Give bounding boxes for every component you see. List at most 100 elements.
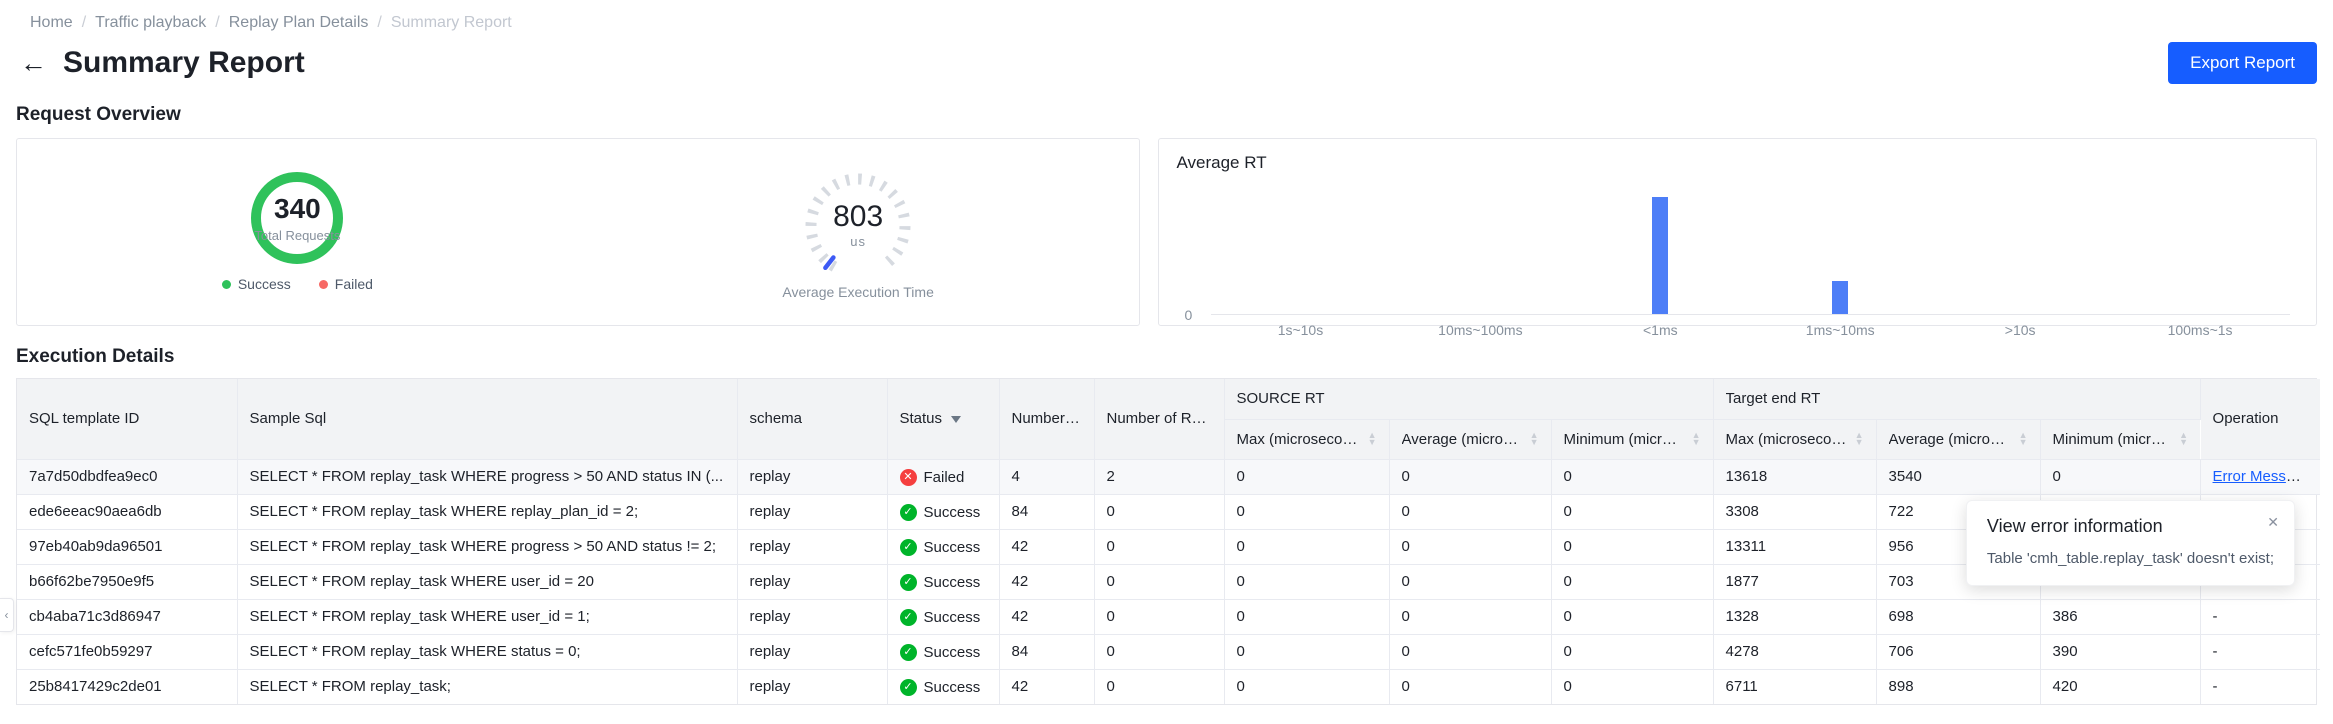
- total-requests-label: Total Requests: [254, 228, 341, 243]
- breadcrumb-separator: /: [215, 14, 220, 31]
- cell-number: 84: [999, 634, 1095, 670]
- chart-title: Average RT: [1176, 153, 1267, 172]
- cell-schema: replay: [737, 529, 888, 565]
- status-label: Failed: [923, 469, 965, 486]
- cell-number-re: 0: [1094, 669, 1225, 704]
- success-icon: ✓: [899, 679, 917, 697]
- cell-operation: -: [2212, 678, 2218, 696]
- cell-sql: SELECT * FROM replay_task WHERE progress…: [237, 529, 738, 565]
- cell-schema: replay: [737, 459, 888, 495]
- cell-t-max: 13618: [1713, 459, 1877, 495]
- cell-s-avg: 0: [1389, 634, 1552, 670]
- cell-s-max: 0: [1224, 459, 1390, 495]
- cell-s-min: 0: [1551, 669, 1714, 704]
- breadcrumb-item-home[interactable]: Home: [30, 14, 73, 32]
- cell-s-avg: 0: [1389, 529, 1552, 565]
- legend-failed[interactable]: Failed: [318, 276, 373, 292]
- cell-number-re: 2: [1094, 459, 1225, 495]
- back-arrow-icon[interactable]: ←: [20, 49, 47, 77]
- cell-number: 42: [999, 564, 1095, 600]
- cell-number: 42: [999, 529, 1095, 565]
- cell-operation: Error Message: [2200, 459, 2321, 495]
- success-icon: ✓: [899, 539, 917, 556]
- col-number: Number ...: [999, 379, 1095, 460]
- status-label: Success: [923, 644, 981, 661]
- table-row: cb4aba71c3d86947 SELECT * FROM replay_tas…: [17, 599, 2321, 635]
- cell-number-re: 0: [1094, 529, 1225, 565]
- cell-t-min: 0: [2040, 459, 2201, 495]
- cell-schema: replay: [737, 634, 888, 670]
- col-schema: schema: [737, 379, 888, 460]
- cell-number-re: 0: [1094, 494, 1225, 530]
- x-tick-label: >10s: [2004, 322, 2036, 338]
- cell-id: cefc571fe0b59297: [17, 634, 238, 670]
- page-title: Summary Report: [63, 46, 305, 79]
- cell-s-min: 0: [1551, 494, 1714, 530]
- status-label: Success: [923, 679, 981, 697]
- close-icon[interactable]: ✕: [2267, 514, 2279, 531]
- legend-success[interactable]: Success: [221, 276, 291, 292]
- chart-column: [1211, 187, 1391, 314]
- col-group-target-end-rt: Target end RT: [1713, 379, 2201, 420]
- cell-status: ✓ Success: [887, 634, 1000, 670]
- cell-s-min: 0: [1551, 529, 1714, 565]
- cell-status: ✓ Success: [887, 564, 1000, 600]
- success-icon: ✓: [899, 644, 917, 661]
- cell-number: 42: [999, 599, 1095, 635]
- cell-number-re: 0: [1094, 599, 1225, 635]
- error-message-link[interactable]: Error Message: [2213, 468, 2311, 485]
- status-label: Success: [923, 504, 981, 521]
- x-tick-label: 1ms~10ms: [1805, 322, 1875, 338]
- cell-s-min: 0: [1551, 634, 1714, 670]
- col-source-max: Max (microseconds)...▲▼: [1224, 419, 1390, 460]
- cell-t-max: 4278: [1713, 634, 1877, 670]
- export-report-button[interactable]: Export Report: [2168, 42, 2317, 84]
- cell-t-max: 3308: [1713, 494, 1877, 530]
- cell-status: ✓ Success: [887, 599, 1000, 635]
- requests-card: 340 Total Requests Success Failed 803 us…: [16, 138, 1140, 326]
- table-row: cefc571fe0b59297 SELECT * FROM replay_tas…: [17, 634, 2321, 670]
- sorter-icon[interactable]: ▲ ▼: [1368, 431, 1377, 447]
- average-rt-card: Average RT 0 1s~10s 10ms~100ms <1ms 1ms~10m…: [1157, 138, 2317, 338]
- sorter-icon[interactable]: ▲ ▼: [2179, 431, 2188, 447]
- sorter-icon[interactable]: ▲ ▼: [1692, 431, 1701, 447]
- cell-s-max: 0: [1224, 529, 1390, 565]
- status-label: Success: [923, 609, 981, 626]
- breadcrumb-item-traffic-playback[interactable]: Traffic playback: [95, 14, 206, 32]
- col-target-max: Max (microseconds)...▲▼: [1713, 419, 1877, 460]
- sorter-icon[interactable]: ▲ ▼: [2019, 431, 2028, 447]
- cell-t-min: 386: [2040, 599, 2201, 635]
- cell-id: 25b8417429c2de01: [17, 669, 238, 704]
- status-filter-icon[interactable]: [951, 415, 962, 428]
- cell-t-avg: 898: [1876, 669, 2041, 704]
- cell-id: ede6eeac90aea6db: [17, 494, 238, 530]
- breadcrumb-item-replay-plan-details[interactable]: Replay Plan Details: [229, 14, 369, 32]
- cell-status: ✓ Success: [887, 669, 1000, 704]
- error-info-popup: View error information Table 'cmh_table.…: [1965, 500, 2295, 586]
- col-number-of-re: Number of Re...: [1094, 379, 1225, 460]
- cell-t-avg: 3540: [1876, 459, 2041, 495]
- sorter-icon[interactable]: ▲ ▼: [1855, 431, 1864, 447]
- avg-execution-caption: Average Execution Time: [782, 284, 934, 300]
- avg-execution-value: 803: [833, 199, 884, 233]
- cell-id: 97eb40ab9da96501: [17, 529, 238, 565]
- sorter-icon[interactable]: ▲ ▼: [1530, 431, 1539, 447]
- success-icon: ✓: [899, 574, 917, 591]
- table-row: 25b8417429c2de01 SELECT * FROM replay_tas…: [17, 669, 2320, 704]
- cell-schema: replay: [737, 494, 888, 530]
- cell-sql: SELECT * FROM replay_task WHERE status =…: [237, 634, 738, 670]
- cell-t-max: 13311: [1713, 529, 1877, 565]
- side-panel-handle[interactable]: ‹: [0, 598, 14, 632]
- chart-column: [2110, 187, 2290, 314]
- x-tick-label: <1ms: [1642, 322, 1678, 338]
- col-status: Status: [887, 379, 1000, 460]
- col-sql-template-id: SQL template ID: [17, 379, 238, 460]
- cell-number: 84: [999, 494, 1095, 530]
- avg-execution-unit: us: [850, 233, 866, 249]
- chart-column: [1750, 187, 1930, 314]
- col-source-avg: Average (microsecond...▲▼: [1389, 419, 1552, 460]
- cell-t-min: 390: [2040, 634, 2201, 670]
- x-tick-label: 100ms~1s: [2167, 322, 2233, 338]
- cell-operation: -: [2200, 599, 2321, 635]
- cell-sql: SELECT * FROM replay_task;: [237, 669, 738, 704]
